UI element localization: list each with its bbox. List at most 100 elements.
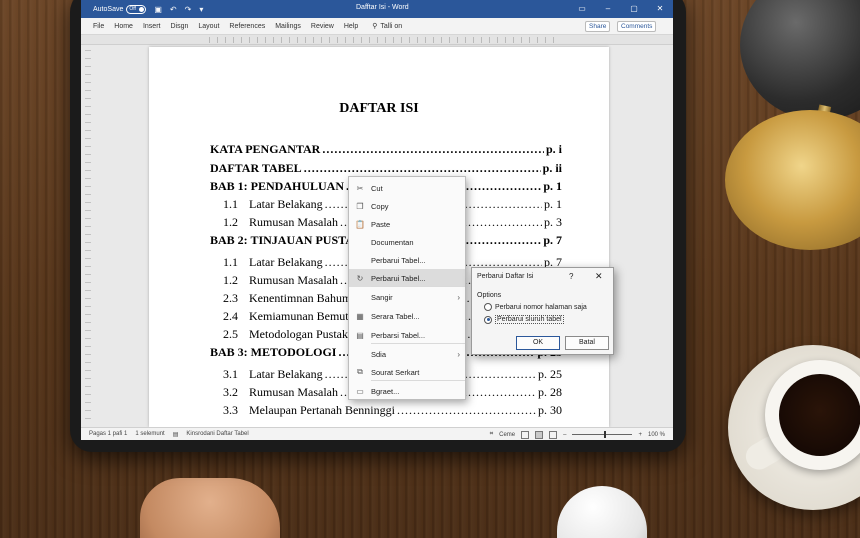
toc-entry-page: p. 25 — [538, 367, 562, 381]
web-layout-icon[interactable] — [549, 430, 558, 439]
toc-entry-label: Kenentimnan Bahuma — [249, 291, 357, 305]
update-toc-dialog: Perbarui Daftar Isi ? ✕ Options Perbarui… — [471, 267, 614, 355]
radio-button[interactable] — [484, 303, 492, 311]
minimize-icon[interactable]: – — [595, 0, 621, 18]
toc-entry-label: Latar Belakang — [249, 367, 323, 381]
toc-entry-number: 3.1 — [223, 367, 238, 381]
context-menu-item[interactable]: ▭ Bgraet... — [349, 382, 465, 400]
zoom-level[interactable]: 100 % — [648, 432, 665, 438]
autosave-label: AutoSave — [93, 5, 124, 13]
maximize-icon[interactable]: ▢ — [621, 0, 647, 18]
computer-mouse — [557, 486, 647, 538]
table-icon: ▦ — [356, 311, 364, 321]
focus-icon[interactable]: ⌗ — [490, 431, 493, 438]
toc-entry-number: 2.5 — [223, 327, 238, 341]
toc-entry-page: p. i — [545, 142, 562, 156]
ok-button[interactable]: OK — [516, 336, 560, 350]
print-layout-icon[interactable] — [535, 430, 544, 439]
toc-entry[interactable]: 3.3 Melaupan Pertanah Benninggi p. 30 — [210, 403, 562, 421]
customize-qat-icon[interactable]: ▾ — [199, 5, 203, 14]
context-menu-item-label: Cut — [371, 183, 383, 193]
context-menu-item[interactable]: ▦ Serara Tabel... — [349, 307, 465, 325]
toc-entry-number: 2.3 — [223, 291, 238, 305]
context-menu-item[interactable]: ❐ Copy — [349, 197, 465, 215]
tell-me-text: Talli on — [380, 22, 403, 30]
dialog-close-icon[interactable]: ✕ — [595, 271, 603, 282]
context-menu-item[interactable]: ✂ Cut — [349, 179, 465, 197]
context-menu-item[interactable]: ⧉ Sourat Serkart — [349, 363, 465, 381]
toc-entry-number: 1.1 — [223, 197, 238, 211]
radio-page-numbers-only[interactable]: Perbarui nomor halaman saja — [484, 303, 587, 311]
toc-entry-label: Melaupan Pertanah Benninggi — [249, 403, 395, 417]
context-menu-item[interactable]: 📋 Paste — [349, 215, 465, 233]
tell-me-box[interactable]: ⚲ Talli on — [372, 22, 403, 31]
read-mode-icon[interactable] — [521, 430, 530, 439]
context-menu-item-label: Sdia — [371, 349, 387, 359]
tab-home[interactable]: Home — [114, 23, 133, 30]
toc-entry-page: p. 1 — [543, 179, 562, 193]
focus-label[interactable]: Ceme — [499, 432, 515, 438]
menu-separator — [371, 343, 465, 344]
close-icon[interactable]: ✕ — [647, 0, 673, 18]
horizontal-ruler[interactable] — [81, 35, 673, 45]
page-count[interactable]: Pagas 1 pafi 1 — [89, 431, 127, 437]
toc-entry-number: 1.2 — [223, 215, 238, 229]
desk-lamp-shade — [740, 0, 860, 120]
status-right: ⌗ Ceme – + 100 % — [490, 428, 665, 440]
selection-count: 1 selemunt — [135, 431, 165, 437]
context-menu-item[interactable]: Sdia › — [349, 345, 465, 363]
help-icon[interactable]: ? — [569, 272, 573, 281]
radio-label[interactable]: Perbarui nomor halaman saja — [495, 304, 587, 311]
proofing-icon[interactable]: ▤ — [173, 431, 179, 438]
chevron-right-icon: › — [457, 292, 460, 302]
radio-button[interactable] — [484, 315, 492, 324]
toc-entry-label: Rumusan Masalah — [249, 273, 338, 287]
undo-icon[interactable]: ↶ — [170, 5, 177, 14]
menu-separator — [371, 286, 465, 287]
toc-entry-label: Kemiamunan Bemuta — [249, 309, 354, 323]
context-menu-item[interactable]: Perbarui Tabel... — [349, 251, 465, 269]
toc-entry-page: p. ii — [542, 161, 562, 175]
ribbon-tabs: File Home Insert Disgn Layout References… — [81, 18, 673, 35]
ribbon-display-icon[interactable]: ▭ — [569, 0, 595, 18]
context-menu-item-label: Copy — [371, 201, 389, 211]
autosave-control[interactable]: AutoSave Off — [93, 4, 147, 14]
toc-entry-page: p. 7 — [543, 233, 562, 247]
context-menu-item-label: Perbarui Tabel... — [371, 255, 426, 265]
tab-file[interactable]: File — [93, 23, 104, 30]
zoom-slider[interactable] — [572, 431, 633, 438]
table-icon: ▤ — [356, 330, 364, 340]
share-button[interactable]: Share — [585, 21, 611, 32]
toc-entry-label: Latar Belakang — [249, 255, 323, 269]
zoom-in-icon[interactable]: + — [638, 432, 642, 438]
lightbulb-icon: ⚲ — [372, 23, 378, 30]
toc-heading: DAFTAR ISI — [339, 101, 419, 116]
context-menu-item[interactable]: ▤ Perbarsi Tabel... — [349, 326, 465, 344]
comments-button[interactable]: Comments — [617, 21, 657, 32]
tab-insert[interactable]: Insert — [143, 23, 161, 30]
autosave-toggle[interactable]: Off — [126, 4, 147, 14]
tab-mailings[interactable]: Mailings — [275, 23, 301, 30]
context-menu-item[interactable]: Sangir › — [349, 288, 465, 306]
zoom-out-icon[interactable]: – — [563, 432, 566, 438]
cancel-button[interactable]: Batal — [565, 336, 609, 350]
tab-review[interactable]: Review — [311, 23, 334, 30]
dialog-title: Perbarui Daftar Isi — [477, 273, 534, 280]
toc-entry-page: p. 28 — [538, 385, 562, 399]
context-menu-item[interactable]: ↻ Perbarui Tabel... — [349, 269, 465, 287]
vertical-ruler[interactable] — [85, 50, 91, 420]
tab-help[interactable]: Help — [344, 23, 358, 30]
save-icon[interactable]: ▣ — [154, 5, 162, 14]
zoom-slider-thumb[interactable] — [604, 431, 607, 438]
context-menu-item[interactable]: Documentan — [349, 233, 465, 251]
radio-label[interactable]: Perbarui sluruh tabel — [495, 315, 564, 324]
toc-entry[interactable]: KATA PENGANTAR p. i — [210, 142, 562, 160]
toc-entry-label: DAFTAR TABEL — [210, 161, 302, 175]
options-label: Options — [477, 292, 502, 299]
tab-design[interactable]: Disgn — [170, 23, 188, 30]
toc-entry-label: Latar Belakang — [249, 197, 323, 211]
radio-entire-table[interactable]: Perbarui sluruh tabel — [484, 315, 564, 324]
tab-layout[interactable]: Layout — [198, 23, 219, 30]
tab-references[interactable]: References — [229, 23, 265, 30]
redo-icon[interactable]: ↷ — [185, 5, 192, 14]
